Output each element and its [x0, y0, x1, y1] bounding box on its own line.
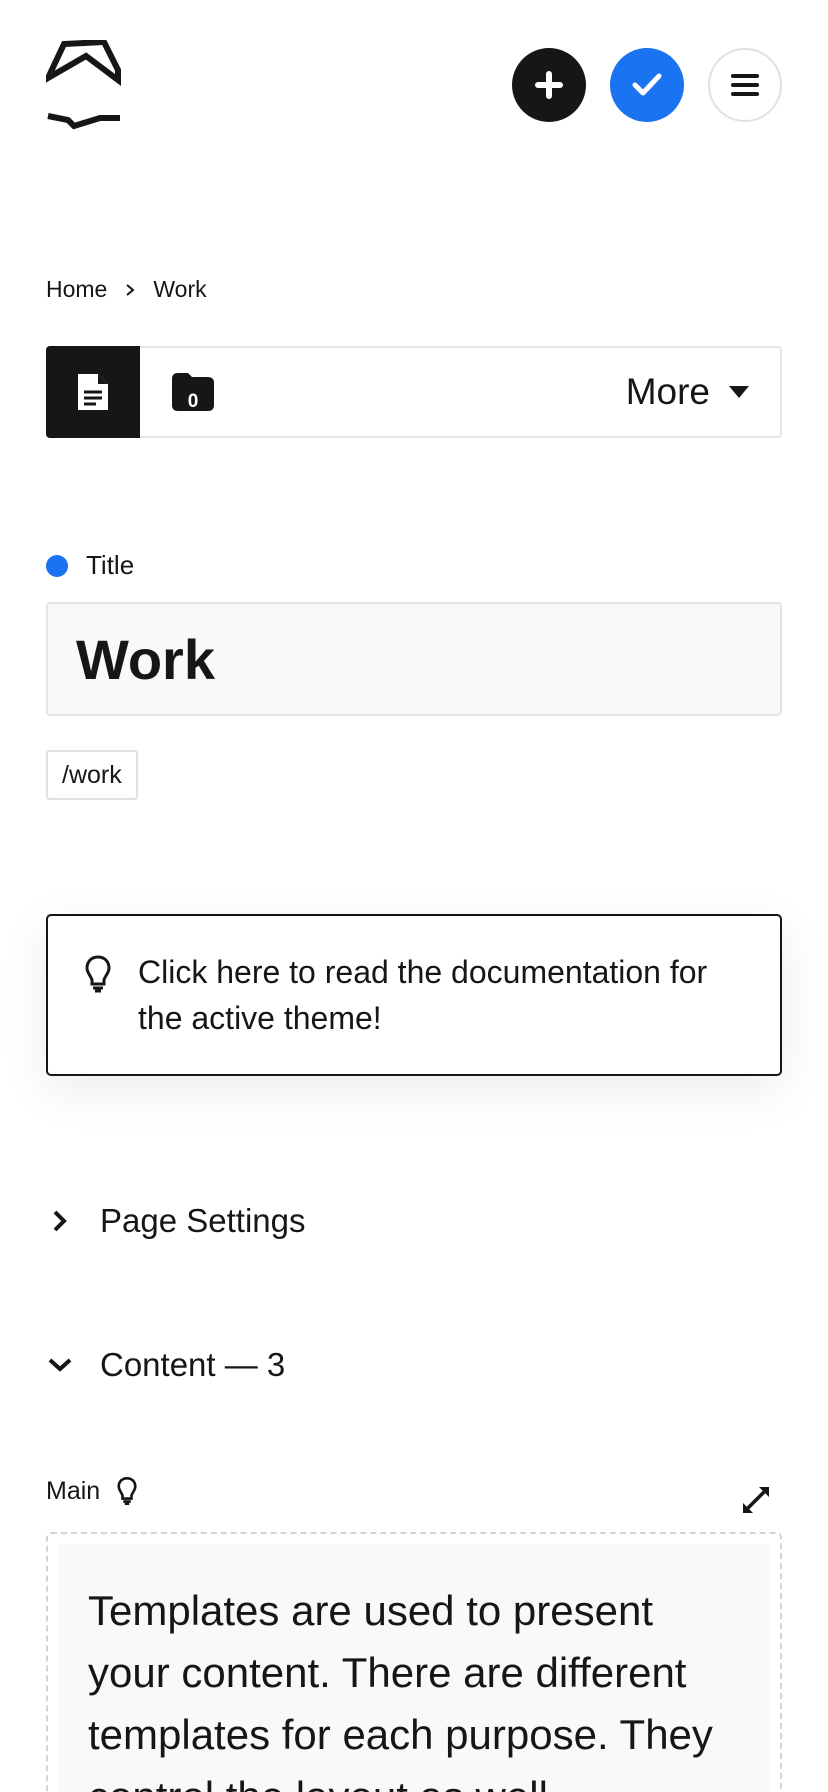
- lightbulb-icon: [85, 955, 111, 993]
- chevron-right-icon: [53, 1210, 67, 1232]
- check-icon: [632, 73, 662, 96]
- files-button[interactable]: 0: [140, 348, 246, 436]
- title-input[interactable]: Work: [46, 602, 782, 716]
- menu-button[interactable]: [708, 48, 782, 122]
- folder-count: 0: [187, 391, 199, 412]
- section-page-settings[interactable]: Page Settings: [46, 1202, 305, 1240]
- section-content[interactable]: Content — 3: [46, 1346, 285, 1384]
- slug-button[interactable]: /work: [46, 750, 138, 800]
- page-toolbar: 0 More: [46, 346, 782, 438]
- title-field-label: Title: [46, 550, 134, 581]
- plus-icon: [535, 71, 563, 99]
- status-dot: [46, 554, 68, 577]
- theme-docs-notice[interactable]: Click here to read the documentation for…: [46, 914, 782, 1076]
- add-button[interactable]: [512, 48, 586, 122]
- header: [41, 38, 782, 134]
- caret-down-icon: [729, 386, 749, 398]
- chevron-right-icon: [126, 283, 135, 296]
- chevron-down-icon: [48, 1358, 72, 1372]
- header-actions: [512, 48, 782, 122]
- hamburger-icon: [731, 74, 759, 96]
- section-label: Content — 3: [100, 1346, 286, 1383]
- document-button[interactable]: [46, 346, 140, 438]
- expand-icon[interactable]: [740, 1484, 772, 1516]
- more-dropdown[interactable]: More: [626, 348, 780, 436]
- main-textarea[interactable]: Templates are used to present your conte…: [58, 1544, 770, 1792]
- notice-text: Click here to read the documentation for…: [138, 954, 708, 1036]
- breadcrumb-item-home[interactable]: Home: [46, 276, 107, 303]
- main-label-text: Main: [46, 1476, 101, 1505]
- page: Home Work 0 More Title Work /work Click …: [0, 0, 828, 1792]
- lightbulb-icon[interactable]: [116, 1476, 138, 1506]
- panel-logo-icon[interactable]: [41, 38, 122, 134]
- more-label: More: [625, 371, 710, 412]
- title-label-text: Title: [86, 550, 135, 580]
- save-button[interactable]: [610, 48, 684, 122]
- breadcrumb: Home Work: [46, 276, 207, 303]
- main-textarea-wrapper: Templates are used to present your conte…: [46, 1532, 782, 1792]
- document-icon: [78, 374, 108, 410]
- main-field-label: Main: [46, 1476, 138, 1506]
- breadcrumb-item-work[interactable]: Work: [153, 276, 206, 303]
- section-label: Page Settings: [100, 1202, 306, 1239]
